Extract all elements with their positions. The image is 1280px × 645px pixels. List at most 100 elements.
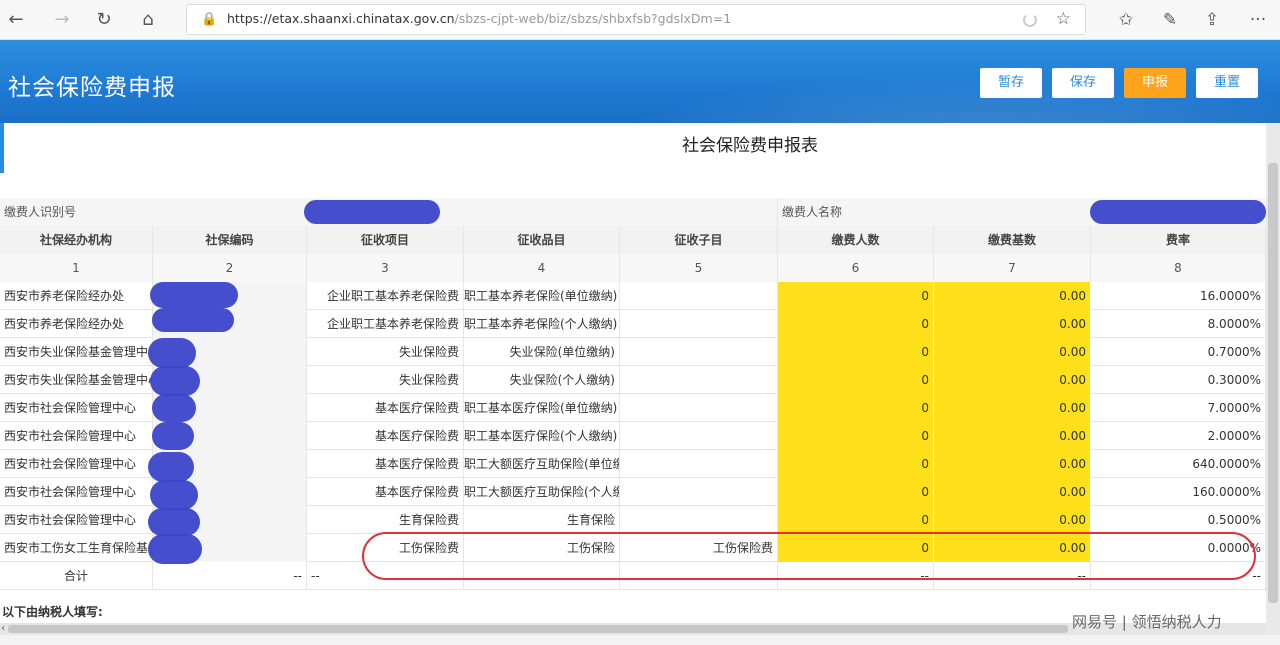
levy-item-cell: 基本医疗保险费: [307, 450, 464, 478]
payer-count-input[interactable]: 0: [778, 450, 934, 478]
rate-cell: 7.0000%: [1091, 394, 1266, 422]
column-number-row: 12345678: [0, 254, 1266, 282]
agency-cell: 西安市工伤女工生育保险基金: [0, 534, 153, 562]
levy-item-cell: 基本医疗保险费: [307, 394, 464, 422]
levy-subitem-cell: [620, 394, 778, 422]
share-icon[interactable]: ⇪: [1200, 8, 1224, 32]
redaction-mark: [148, 338, 196, 368]
payment-base-input[interactable]: 0.00: [934, 394, 1091, 422]
forward-icon[interactable]: →: [50, 8, 74, 32]
payment-base-input[interactable]: 0.00: [934, 478, 1091, 506]
payer-count-input[interactable]: 0: [778, 366, 934, 394]
payer-count-input[interactable]: 0: [778, 310, 934, 338]
column-header: 社保经办机构: [0, 226, 153, 254]
column-number: 6: [778, 254, 934, 282]
levy-category-cell: 失业保险(单位缴纳): [464, 338, 620, 366]
address-bar[interactable]: 🔒 https://etax.shaanxi.chinatax.gov.cn/s…: [186, 4, 1086, 35]
rate-cell: 2.0000%: [1091, 422, 1266, 450]
save-temp-button[interactable]: 暂存: [980, 68, 1042, 98]
column-number: 1: [0, 254, 153, 282]
agency-cell: 西安市社会保险管理中心: [0, 450, 153, 478]
levy-category-cell: 职工大额医疗互助保险(个人缴: [464, 478, 620, 506]
payment-base-input[interactable]: 0.00: [934, 422, 1091, 450]
form-area: 社会保险费申报表 缴费人识别号 缴费人名称 社保经办机构 社保编码 征收项目 征收品目…: [0, 123, 1266, 635]
payment-base-input[interactable]: 0.00: [934, 506, 1091, 534]
levy-subitem-cell: [620, 450, 778, 478]
highlight-circle: [362, 532, 1256, 580]
column-header: 社保编码: [153, 226, 307, 254]
levy-subitem-cell: [620, 506, 778, 534]
total-cell: --: [153, 562, 307, 590]
redaction-mark: [148, 452, 194, 482]
column-number: 3: [307, 254, 464, 282]
levy-category-cell: 职工基本养老保险(个人缴纳): [464, 310, 620, 338]
payer-count-input[interactable]: 0: [778, 422, 934, 450]
levy-category-cell: 生育保险: [464, 506, 620, 534]
redaction-mark: [152, 308, 234, 332]
vertical-scrollbar[interactable]: [1266, 123, 1280, 635]
column-number: 2: [153, 254, 307, 282]
page-title: 社会保险费申报: [8, 75, 176, 101]
redaction-mark: [1090, 200, 1266, 224]
payment-base-input[interactable]: 0.00: [934, 282, 1091, 310]
form-title: 社会保险费申报表: [682, 136, 818, 156]
browser-toolbar: ← → ↻ ⌂ 🔒 https://etax.shaanxi.chinatax.…: [0, 0, 1280, 40]
rate-cell: 0.5000%: [1091, 506, 1266, 534]
levy-subitem-cell: [620, 366, 778, 394]
rate-cell: 0.3000%: [1091, 366, 1266, 394]
agency-cell: 西安市社会保险管理中心: [0, 506, 153, 534]
submit-button[interactable]: 申报: [1124, 68, 1186, 98]
agency-cell: 西安市失业保险基金管理中心: [0, 338, 153, 366]
levy-item-cell: 生育保险费: [307, 506, 464, 534]
payment-base-input[interactable]: 0.00: [934, 450, 1091, 478]
levy-subitem-cell: [620, 478, 778, 506]
back-icon[interactable]: ←: [4, 8, 28, 32]
watermark: 网易号 | 领悟纳税人力: [1072, 613, 1222, 631]
loading-icon: [1023, 13, 1037, 27]
payer-count-input[interactable]: 0: [778, 506, 934, 534]
more-icon[interactable]: ···: [1246, 8, 1270, 32]
column-header: 费率: [1091, 226, 1266, 254]
column-header: 缴费基数: [934, 226, 1091, 254]
levy-item-cell: 企业职工基本养老保险费: [307, 282, 464, 310]
payer-info-row: 缴费人识别号 缴费人名称: [0, 198, 1266, 226]
payer-count-input[interactable]: 0: [778, 478, 934, 506]
favorite-star-icon[interactable]: ☆: [1056, 9, 1071, 29]
pen-icon[interactable]: ✎: [1158, 8, 1182, 32]
save-button[interactable]: 保存: [1052, 68, 1114, 98]
table-header: 社保经办机构 社保编码 征收项目 征收品目 征收子目 缴费人数 缴费基数 费率: [0, 226, 1266, 254]
column-header: 征收子目: [620, 226, 778, 254]
total-label: 合计: [0, 562, 153, 590]
levy-item-cell: 失业保险费: [307, 338, 464, 366]
refresh-icon[interactable]: ↻: [92, 8, 116, 32]
favorites-icon[interactable]: ✩: [1114, 8, 1138, 32]
agency-cell: 西安市社会保险管理中心: [0, 422, 153, 450]
rate-cell: 8.0000%: [1091, 310, 1266, 338]
payment-base-input[interactable]: 0.00: [934, 338, 1091, 366]
levy-category-cell: 职工基本养老保险(单位缴纳): [464, 282, 620, 310]
levy-category-cell: 职工基本医疗保险(个人缴纳): [464, 422, 620, 450]
levy-subitem-cell: [620, 310, 778, 338]
agency-cell: 西安市养老保险经办处: [0, 310, 153, 338]
payer-count-input[interactable]: 0: [778, 338, 934, 366]
redaction-mark: [148, 508, 200, 536]
rate-cell: 640.0000%: [1091, 450, 1266, 478]
levy-item-cell: 失业保险费: [307, 366, 464, 394]
levy-category-cell: 职工大额医疗互助保险(单位缴: [464, 450, 620, 478]
levy-category-cell: 职工基本医疗保险(单位缴纳): [464, 394, 620, 422]
payment-base-input[interactable]: 0.00: [934, 366, 1091, 394]
payment-base-input[interactable]: 0.00: [934, 310, 1091, 338]
column-number: 7: [934, 254, 1091, 282]
home-icon[interactable]: ⌂: [136, 8, 160, 32]
agency-cell: 西安市社会保险管理中心: [0, 478, 153, 506]
levy-category-cell: 失业保险(个人缴纳): [464, 366, 620, 394]
payer-count-input[interactable]: 0: [778, 394, 934, 422]
redaction-mark: [148, 534, 202, 564]
reset-button[interactable]: 重置: [1196, 68, 1258, 98]
agency-cell: 西安市失业保险基金管理中心: [0, 366, 153, 394]
payer-count-input[interactable]: 0: [778, 282, 934, 310]
redaction-mark: [150, 282, 238, 308]
column-header: 缴费人数: [778, 226, 934, 254]
levy-subitem-cell: [620, 282, 778, 310]
column-number: 5: [620, 254, 778, 282]
